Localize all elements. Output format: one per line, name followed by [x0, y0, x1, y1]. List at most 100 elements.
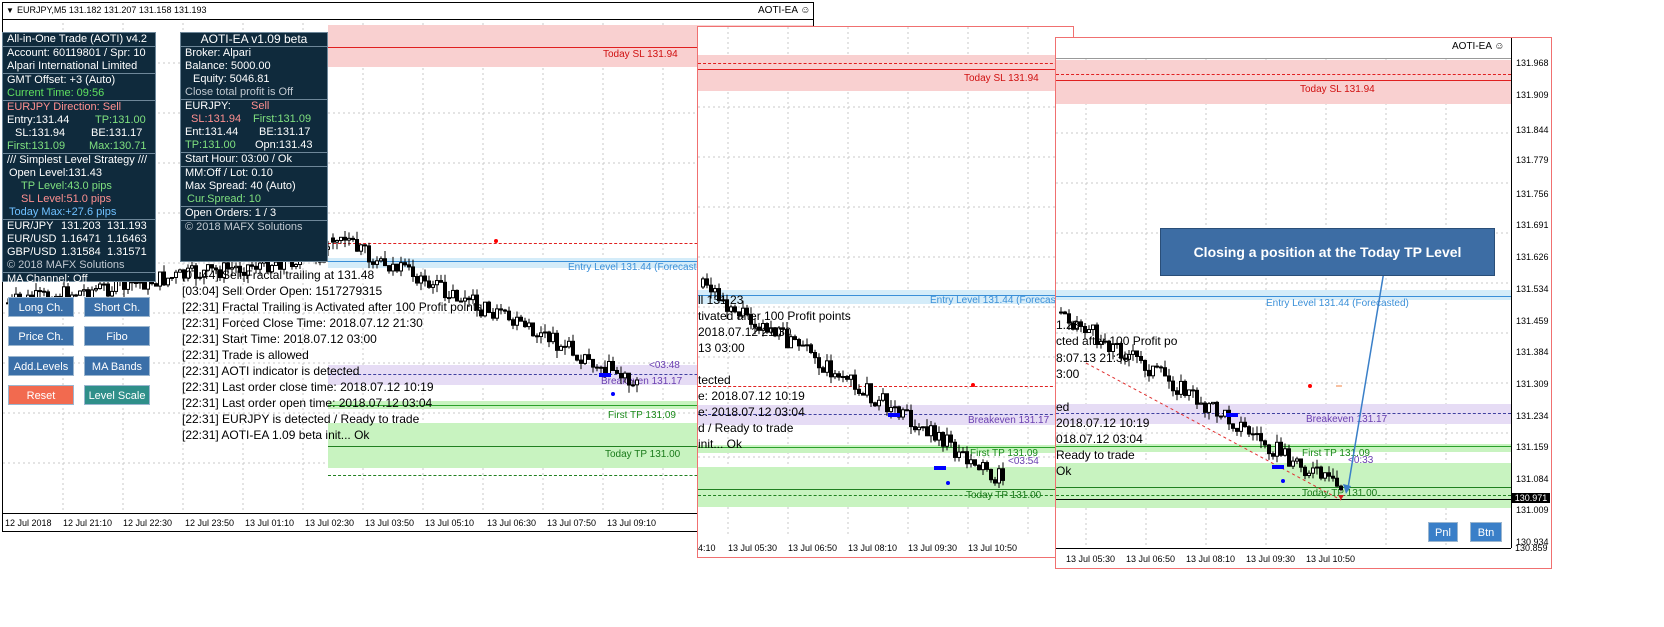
candle-body	[873, 402, 877, 407]
candle-body	[1227, 409, 1231, 425]
candle-body	[391, 263, 395, 272]
long-channel-button[interactable]: Long Ch.	[8, 297, 74, 317]
candle-body	[375, 260, 379, 265]
candle-body	[619, 372, 623, 379]
candle-body	[547, 331, 551, 343]
candle-body	[94, 288, 98, 291]
price-channel-button[interactable]: Price Ch.	[8, 326, 74, 346]
candle-body	[335, 239, 339, 243]
candle-body	[42, 290, 46, 293]
candle-body	[1001, 468, 1005, 481]
candle-body	[1167, 375, 1171, 382]
quote-ask: 1.31571	[107, 246, 147, 258]
candle-body	[38, 290, 42, 293]
log-line: ll 131.23	[698, 293, 744, 307]
account-text: Account: 60119801 / Spr: 10	[7, 47, 146, 59]
candle-body	[347, 237, 351, 241]
candle-body	[1335, 477, 1339, 487]
log-line: [22:31] Last order open time: 2018.07.12…	[182, 396, 433, 410]
chevron-down-icon[interactable]: ▼	[6, 6, 14, 15]
candle-body	[443, 281, 447, 299]
candle-body	[841, 375, 845, 378]
candle-body	[821, 367, 825, 373]
candle-body	[635, 379, 639, 386]
short-channel-button[interactable]: Short Ch.	[84, 297, 150, 317]
candle-body	[587, 354, 591, 360]
time-tick: 13 Jul 05:30	[728, 543, 778, 553]
candle-body	[174, 271, 178, 278]
candle-body	[985, 462, 989, 470]
candle-body	[491, 311, 495, 319]
candle-body	[294, 263, 298, 268]
candle-body	[403, 262, 407, 266]
price-tick: 131.909	[1516, 90, 1549, 100]
pnl-button[interactable]: Pnl	[1428, 522, 1458, 542]
candle-body	[427, 280, 431, 288]
today-max: Today Max:+27.6 pips	[9, 206, 117, 218]
candle-body	[359, 244, 363, 252]
candle-body	[383, 258, 387, 267]
time-tick: 13 Jul 08:10	[848, 543, 898, 553]
candle-body	[1195, 389, 1199, 405]
log-line: [22:31] Start Time: 2018.07.12 03:00	[182, 332, 377, 346]
candle-body	[861, 392, 865, 396]
log-line: cted after 100 Profit po	[1056, 334, 1178, 348]
reset-button[interactable]: Reset	[8, 385, 74, 405]
candle-body	[953, 441, 957, 458]
candle-body	[339, 236, 343, 241]
candle-body	[705, 278, 709, 286]
candle-body	[595, 366, 599, 369]
candle-body	[1291, 460, 1295, 467]
be-value: BE:131.17	[91, 127, 143, 139]
callout-arrow	[1347, 270, 1385, 489]
candle-body	[1163, 367, 1167, 377]
candle-body	[447, 297, 451, 300]
log-line: 1.23	[1056, 318, 1080, 332]
candle-body	[1263, 440, 1267, 446]
candle-body	[865, 383, 869, 396]
ea-side: Sell	[251, 100, 270, 112]
ea-copyright: © 2018 MAFX Solutions	[185, 221, 303, 233]
chart-window-2[interactable]: Today SL 131.94 Entry Level 131.44 (Fore…	[697, 26, 1074, 558]
candle-body	[1287, 448, 1291, 467]
price-tick: 131.009	[1516, 505, 1549, 515]
chart-window-3[interactable]: AOTI-EA ☺ Today SL 131.94 Entry Level 13…	[1055, 37, 1552, 569]
candle-body	[837, 373, 841, 378]
ma-bands-button[interactable]: MA Bands	[84, 356, 150, 376]
chart-2-time-axis: 4:10 13 Jul 05:30 13 Jul 06:50 13 Jul 08…	[698, 537, 1073, 557]
log-line: e: 2018.07.12 03:04	[698, 405, 805, 419]
candle-body	[511, 319, 515, 326]
candle-body	[1159, 366, 1163, 369]
fibo-button[interactable]: Fibo	[84, 326, 150, 346]
candle-body	[1183, 380, 1187, 396]
ea-title: AOTI-EA v1.09 beta	[200, 32, 308, 46]
current-price-tag: 130.971	[1512, 493, 1550, 503]
price-tick: 131.844	[1516, 125, 1549, 135]
aoti-copyright: © 2018 MAFX Solutions	[7, 259, 125, 271]
candle-body	[793, 336, 797, 341]
candle-body	[419, 275, 423, 284]
add-levels-button[interactable]: Add.Levels	[8, 356, 74, 376]
chart-1-header: ▼ EURJPY,M5 131.182 131.207 131.158 131.…	[3, 3, 813, 20]
candle-body	[503, 309, 507, 312]
candle-body	[1239, 421, 1243, 432]
time-tick: 12 Jul 22:30	[123, 518, 173, 528]
candle-body	[1091, 324, 1095, 331]
candle-body	[981, 462, 985, 471]
price-tick: 131.384	[1516, 347, 1549, 357]
level-scale-button[interactable]: Level Scale	[84, 385, 150, 405]
candle-body	[1143, 359, 1147, 371]
quote-bid: 131.203	[61, 220, 101, 232]
time-tick: 13 Jul 03:50	[365, 518, 415, 528]
tp-level: TP Level:43.0 pips	[21, 180, 112, 192]
candle-body	[945, 434, 949, 447]
candle-body	[627, 372, 631, 386]
be-marker	[599, 373, 611, 377]
time-tick: 13 Jul 06:50	[1126, 554, 1176, 564]
candle-body	[1243, 421, 1247, 428]
btn-button[interactable]: Btn	[1470, 522, 1502, 542]
candle-body	[1315, 466, 1319, 469]
time-tick: 12 Jul 2018	[5, 518, 52, 528]
open-level: Open Level:131.43	[9, 167, 102, 179]
candle-body	[1295, 458, 1299, 462]
